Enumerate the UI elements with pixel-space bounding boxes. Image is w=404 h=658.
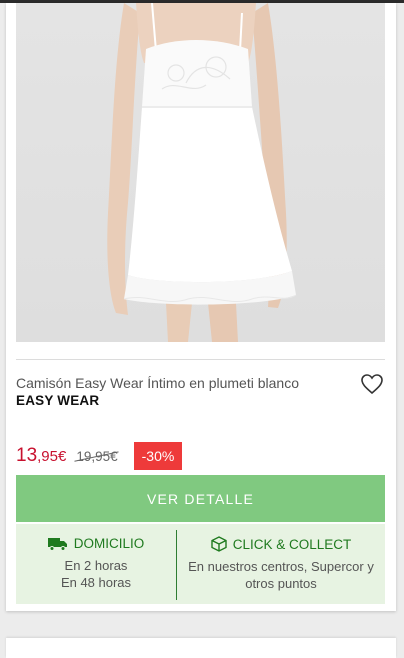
home-delivery-option[interactable]: DOMICILIO En 2 horas En 48 horas (16, 524, 176, 604)
current-price-decimals: ,95€ (37, 448, 67, 465)
product-photo-illustration (107, 3, 297, 342)
delivery-options-panel: DOMICILIO En 2 horas En 48 horas CLICK &… (16, 524, 385, 604)
click-collect-heading[interactable]: CLICK & COLLECT (211, 536, 352, 552)
current-price: 13,95€ (16, 445, 66, 467)
ver-detalle-button[interactable]: VER DETALLE (16, 475, 385, 522)
click-collect-label: CLICK & COLLECT (232, 536, 352, 552)
home-delivery-line: En 2 horas (64, 558, 128, 573)
click-collect-option[interactable]: CLICK & COLLECT En nuestros centros, Sup… (177, 524, 385, 604)
next-product-card[interactable] (6, 638, 396, 658)
original-price: 19,95€ (76, 448, 118, 464)
box-icon (211, 536, 227, 552)
home-delivery-label: DOMICILIO (73, 536, 145, 551)
price-row: 13,95€ 19,95€ -30% (16, 441, 183, 471)
favorite-heart-icon[interactable] (360, 372, 384, 396)
home-delivery-line: En 48 horas (60, 575, 132, 590)
truck-icon (47, 537, 67, 551)
click-collect-line: otros puntos (245, 576, 317, 591)
product-card[interactable]: Camisón Easy Wear Íntimo en plumeti blan… (6, 3, 396, 611)
current-price-integer: 13 (16, 445, 38, 466)
divider (16, 359, 385, 360)
discount-badge: -30% (133, 442, 183, 470)
product-brand: EASY WEAR (16, 393, 100, 408)
product-image[interactable] (16, 3, 385, 342)
home-delivery-heading[interactable]: DOMICILIO (47, 536, 145, 551)
product-title[interactable]: Camisón Easy Wear Íntimo en plumeti blan… (16, 375, 346, 391)
click-collect-line: En nuestros centros, Supercor y (188, 559, 374, 574)
